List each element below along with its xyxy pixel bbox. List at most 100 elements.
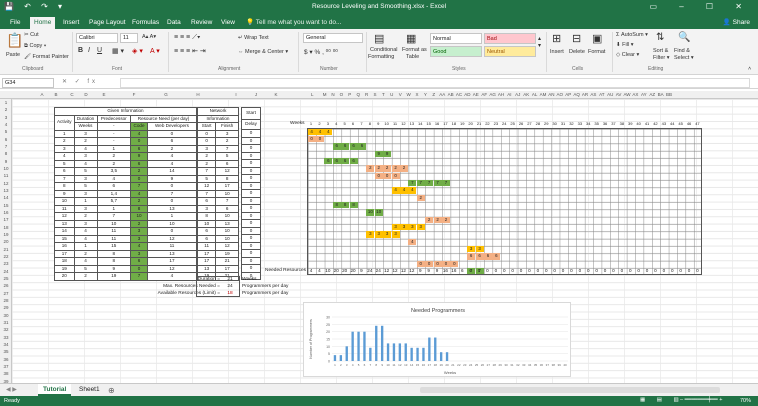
clear-button[interactable]: ◇ Clear ▾ (616, 52, 639, 58)
copy-button[interactable]: ⧉ Copy ▾ (24, 43, 46, 50)
cell-finish[interactable]: 6 (215, 159, 239, 168)
row-header[interactable]: 27 (0, 290, 12, 297)
cell-activity[interactable]: 16 (54, 242, 75, 251)
column-header[interactable]: AD (463, 91, 471, 99)
share-button[interactable]: 👤 Share (723, 18, 750, 26)
cell-predecessor[interactable]: 8 (96, 257, 132, 266)
row-header[interactable]: 5 (0, 128, 12, 135)
cell-resource-b[interactable]: 6 (146, 137, 198, 146)
needed-programmers-chart[interactable]: Needed Programmers 0 5 10 15 20 25 30 1 2 3 4 5 6 7 8 9 1… (303, 302, 571, 377)
cell-activity[interactable]: 4 (54, 152, 75, 161)
row-header[interactable]: 23 (0, 260, 12, 267)
autosum-button[interactable]: Σ AutoSum ▾ (616, 32, 648, 38)
cell-delay[interactable]: 0 (241, 129, 261, 138)
insert-cells-icon[interactable]: ⊞ (552, 32, 561, 45)
gantt-cell[interactable]: 4 (408, 187, 417, 194)
collapse-ribbon-icon[interactable]: ˄ (748, 66, 751, 72)
cell-finish[interactable]: 12 (215, 242, 239, 251)
cell-resource-b[interactable]: 14 (146, 167, 198, 176)
paste-icon[interactable]: 📋 (6, 32, 23, 49)
cell-delay[interactable]: 0 (241, 159, 261, 168)
cell-predecessor[interactable]: 1 (96, 144, 132, 153)
gantt-cell[interactable]: 3 (383, 231, 392, 238)
format-cells-button[interactable]: Format (588, 49, 605, 55)
row-header[interactable]: 26 (0, 282, 12, 289)
cell-resource-a[interactable]: 0 (130, 174, 148, 183)
cell-resource-b[interactable]: 4 (146, 159, 198, 168)
column-header[interactable]: E (96, 91, 112, 99)
needed-resource-value[interactable]: 0 (660, 268, 668, 273)
column-header[interactable]: AP (564, 91, 572, 99)
tab-file[interactable]: File (6, 17, 24, 29)
needed-resource-value[interactable]: 0 (618, 268, 626, 273)
cell-resource-a[interactable]: 2 (130, 167, 148, 176)
gantt-cell[interactable]: 3 (467, 246, 476, 253)
gantt-cell[interactable]: 2 (399, 165, 408, 172)
conditional-formatting-icon[interactable]: ▤ (374, 32, 384, 45)
needed-resource-value[interactable]: 24 (366, 268, 374, 273)
row-header[interactable]: 13 (0, 187, 12, 194)
cell-resource-b[interactable]: 0 (146, 227, 198, 236)
cell-activity[interactable]: 10 (54, 197, 75, 206)
gantt-cell[interactable]: 7 (416, 180, 425, 187)
cell-activity[interactable]: 7 (54, 174, 75, 183)
needed-resource-value[interactable]: 0 (509, 268, 517, 273)
cell-duration[interactable]: 1 (73, 197, 98, 206)
cell-activity[interactable]: 1 (54, 129, 75, 138)
cell-resource-b[interactable]: 0 (146, 197, 198, 206)
needed-resource-value[interactable]: 4 (307, 268, 315, 273)
column-header[interactable]: AC (455, 91, 463, 99)
column-header[interactable]: AL (530, 91, 538, 99)
gantt-cell[interactable]: 3 (475, 246, 484, 253)
row-header[interactable]: 9 (0, 158, 12, 165)
gantt-cell[interactable]: 2 (374, 165, 383, 172)
cell-start[interactable]: 17 (196, 249, 217, 258)
needed-resource-value[interactable]: 0 (626, 268, 634, 273)
row-header[interactable]: 31 (0, 319, 12, 326)
gantt-cell[interactable]: 6 (475, 253, 484, 260)
cell-start[interactable]: 5 (196, 174, 217, 183)
needed-resource-value[interactable]: 0 (643, 268, 651, 273)
cell-duration[interactable]: 4 (73, 144, 98, 153)
cell-predecessor[interactable]: 8 (96, 249, 132, 258)
cell-activity[interactable]: 8 (54, 182, 75, 191)
cell-resource-a[interactable]: 0 (130, 264, 148, 273)
cell-start[interactable]: 10 (196, 219, 217, 228)
cell-resource-a[interactable]: 3 (130, 234, 148, 243)
row-header[interactable]: 7 (0, 143, 12, 150)
gantt-cell[interactable]: 2 (433, 216, 442, 224)
row-header[interactable]: 21 (0, 246, 12, 253)
cell-predecessor[interactable]: 15 (96, 242, 132, 251)
cell-resource-a[interactable]: 8 (130, 204, 148, 213)
cell-resource-a[interactable]: 2 (130, 219, 148, 228)
style-normal[interactable]: Normal (430, 33, 482, 44)
cell-duration[interactable]: 5 (73, 167, 98, 176)
cell-activity[interactable]: 13 (54, 219, 75, 228)
format-painter-button[interactable]: 🖌 Format Painter (24, 54, 69, 60)
column-header[interactable]: AS (589, 91, 597, 99)
gantt-cell[interactable]: 8 (332, 202, 341, 209)
column-header[interactable]: T (379, 91, 387, 99)
needed-resource-value[interactable]: 0 (668, 268, 676, 273)
gantt-cell[interactable]: 0 (391, 172, 400, 180)
column-header[interactable]: BB (665, 91, 673, 99)
tab-home[interactable]: Home (30, 17, 56, 29)
cut-button[interactable]: ✂ Cut (24, 32, 39, 38)
cell-resource-a[interactable]: 6 (130, 144, 148, 153)
font-name-select[interactable]: Calibri (76, 33, 118, 43)
gantt-cell[interactable]: 4 (391, 187, 400, 194)
gantt-cell[interactable]: 7 (408, 180, 417, 187)
cell-predecessor[interactable]: 3,5 (96, 167, 132, 176)
cell-resource-b[interactable]: 1 (146, 212, 198, 221)
needed-resource-value[interactable]: 6 (467, 268, 475, 273)
row-header[interactable]: 10 (0, 165, 12, 172)
column-header[interactable]: L (308, 91, 316, 99)
cell-duration[interactable]: 5 (73, 182, 98, 191)
find-select-icon[interactable]: 🔍 (678, 32, 690, 43)
cell-start[interactable]: 13 (196, 264, 217, 273)
cell-duration[interactable]: 2 (73, 249, 98, 258)
gantt-cell[interactable]: 0 (416, 260, 425, 268)
needed-resource-value[interactable]: 0 (483, 268, 491, 273)
gantt-cell[interactable]: 3 (391, 224, 400, 231)
gantt-cell[interactable]: 10 (374, 209, 383, 216)
